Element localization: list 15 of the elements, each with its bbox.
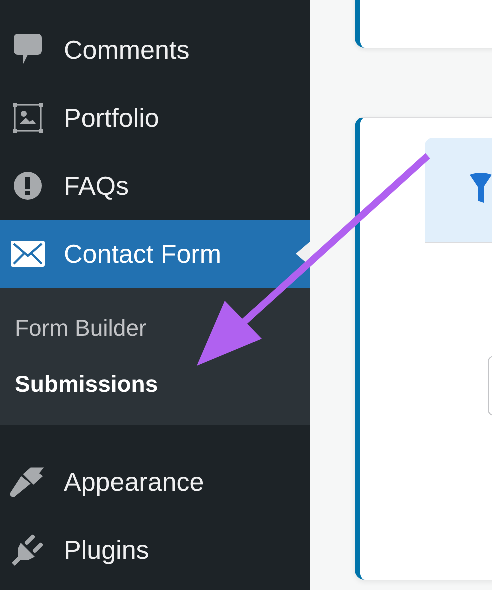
funnel-icon	[470, 173, 492, 205]
menu-item[interactable]: Portfolio	[0, 84, 310, 152]
exclamation-icon	[14, 172, 42, 200]
submenu-item[interactable]: Submissions	[0, 356, 310, 412]
menu-item[interactable]: Contact Form	[0, 220, 310, 288]
envelope-icon	[11, 241, 45, 267]
submenu-item[interactable]: Form Builder	[0, 300, 310, 356]
menu-item[interactable]: Plugins	[0, 516, 310, 584]
plug-icon	[11, 534, 45, 566]
comment-icon	[14, 34, 42, 66]
image-frame-icon	[12, 102, 44, 134]
menu-item[interactable]: Appearance	[0, 448, 310, 516]
menu-item[interactable]: FAQs	[0, 152, 310, 220]
paintbrush-icon	[10, 466, 46, 498]
menu-item[interactable]: Comments	[0, 16, 310, 84]
